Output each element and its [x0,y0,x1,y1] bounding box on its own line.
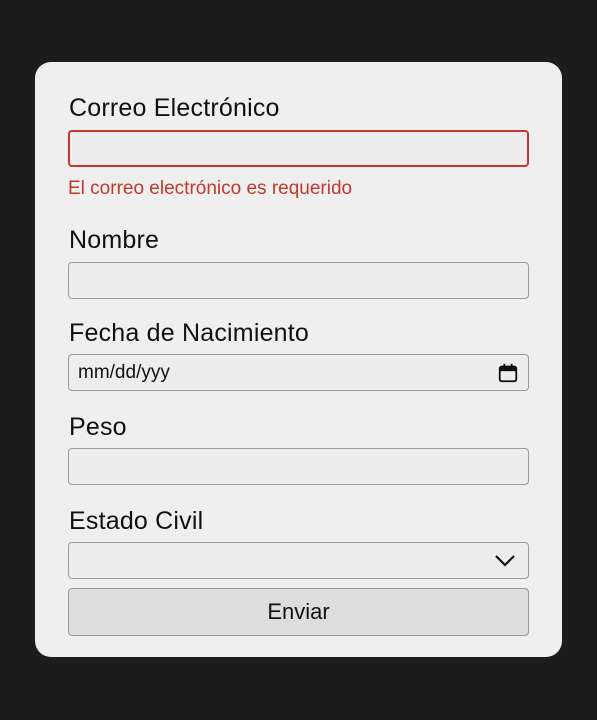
weight-label: Peso [69,413,127,441]
marital-status-label: Estado Civil [69,507,204,535]
email-label: Correo Electrónico [69,94,280,122]
email-error-message: El correo electrónico es requerido [68,178,353,199]
submit-button[interactable]: Enviar [68,588,529,636]
form-card: Correo Electrónico El correo electrónico… [35,62,562,657]
birthdate-placeholder: mm/dd/yyy [78,362,170,383]
name-field[interactable] [68,262,529,299]
chevron-down-icon [495,555,515,567]
birthdate-label: Fecha de Nacimiento [69,319,310,347]
name-label: Nombre [69,226,160,254]
marital-status-select[interactable] [68,542,529,579]
weight-field[interactable] [68,448,529,485]
calendar-icon[interactable] [497,362,519,384]
email-field[interactable] [68,130,529,167]
birthdate-field[interactable]: mm/dd/yyy [68,354,529,391]
